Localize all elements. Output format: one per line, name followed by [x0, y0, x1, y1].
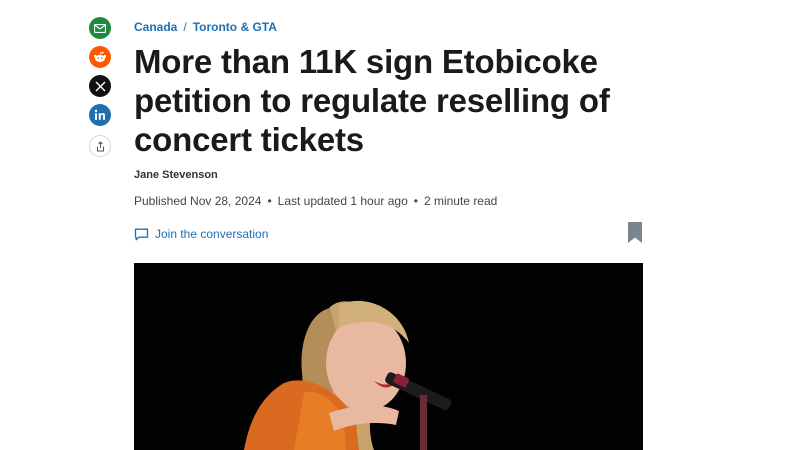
published-date: Published Nov 28, 2024	[134, 194, 262, 208]
breadcrumb-section-link[interactable]: Canada	[134, 20, 177, 34]
breadcrumb-subsection-link[interactable]: Toronto & GTA	[193, 20, 277, 34]
x-logo-icon	[95, 81, 105, 91]
join-conversation-link[interactable]: Join the conversation	[134, 227, 268, 241]
breadcrumb: Canada / Toronto & GTA	[134, 20, 277, 34]
updated-time: Last updated 1 hour ago	[277, 194, 408, 208]
share-more-button[interactable]	[89, 135, 111, 157]
linkedin-icon	[94, 109, 105, 120]
share-icon	[96, 140, 104, 151]
read-time: 2 minute read	[423, 194, 498, 208]
meta-separator: •	[413, 194, 418, 208]
share-rail	[89, 17, 111, 164]
comment-icon	[134, 228, 149, 240]
breadcrumb-separator: /	[183, 20, 187, 34]
email-icon	[94, 23, 106, 33]
join-conversation-label: Join the conversation	[155, 227, 269, 241]
reddit-icon	[93, 51, 107, 63]
article-meta: Published Nov 28, 2024 • Last updated 1 ho…	[134, 194, 497, 208]
bookmark-button[interactable]	[628, 222, 642, 248]
reddit-share-button[interactable]	[89, 46, 111, 68]
email-share-button[interactable]	[89, 17, 111, 39]
hero-image	[134, 263, 643, 450]
bookmark-icon	[628, 222, 642, 243]
linkedin-share-button[interactable]	[89, 104, 111, 126]
x-share-button[interactable]	[89, 75, 111, 97]
article-headline: More than 11K sign Etobicoke petition to…	[134, 43, 610, 158]
meta-separator: •	[267, 194, 272, 208]
concert-photo	[134, 263, 643, 450]
author-name[interactable]: Jane Stevenson	[134, 169, 218, 181]
